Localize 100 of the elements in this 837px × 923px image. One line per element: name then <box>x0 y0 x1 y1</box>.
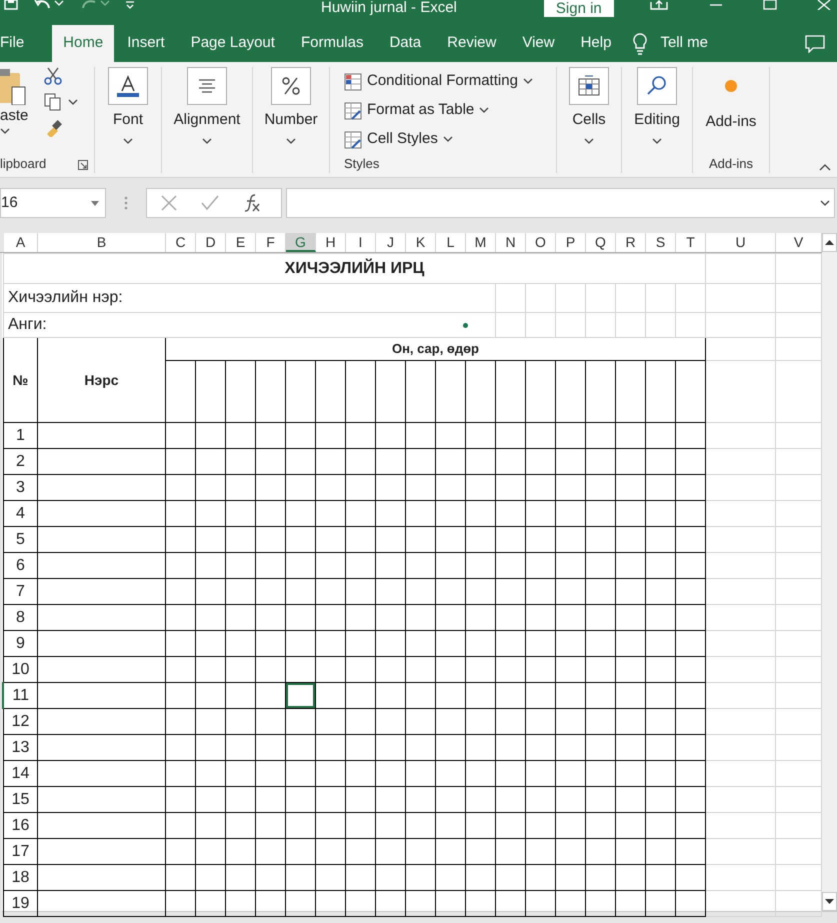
cell-styles-icon <box>344 130 362 148</box>
column-header[interactable]: D <box>196 233 226 252</box>
column-header[interactable]: N <box>496 233 526 252</box>
save-icon[interactable] <box>4 0 18 10</box>
row-number: 3 <box>3 474 38 500</box>
dialog-launcher-icon[interactable] <box>78 160 88 170</box>
undo-icon[interactable] <box>34 0 64 10</box>
column-header[interactable]: I <box>346 233 376 252</box>
scroll-up-icon[interactable] <box>825 240 834 245</box>
column-header[interactable]: M <box>466 233 496 252</box>
maximize-icon[interactable] <box>763 0 777 10</box>
column-header[interactable]: T <box>676 233 706 252</box>
row-number: 2 <box>3 448 38 474</box>
row-number: 15 <box>3 786 38 812</box>
vertical-scrollbar[interactable] <box>822 233 837 911</box>
ribbon-tab[interactable]: Formulas <box>288 25 376 62</box>
row-number: 5 <box>3 526 38 552</box>
window-title: Huwiin jurnal - Excel <box>321 0 457 15</box>
row-number: 9 <box>3 630 38 656</box>
group-label: lipboard <box>0 154 46 173</box>
ribbon-button[interactable]: Number <box>264 67 318 144</box>
column-header[interactable]: R <box>616 233 646 252</box>
ribbon-button[interactable]: Alignment <box>174 67 240 144</box>
tell-me-field[interactable]: Tell me <box>656 25 712 62</box>
table-cells-icon <box>577 75 601 97</box>
row-number: 7 <box>3 578 38 604</box>
copy-icon[interactable] <box>44 93 78 111</box>
caret-icon <box>479 107 490 114</box>
percent-icon <box>280 76 301 96</box>
row-number: 4 <box>3 500 38 526</box>
column-header[interactable]: Q <box>586 233 616 252</box>
ribbon-tab[interactable]: Review <box>434 25 510 62</box>
column-header[interactable]: O <box>526 233 556 252</box>
checkmark-icon[interactable] <box>201 195 219 211</box>
share-icon[interactable] <box>649 0 669 10</box>
add-in-icon <box>724 79 738 93</box>
row-number: 1 <box>3 422 38 448</box>
lesson-name-label: Хичээлийн нэр: <box>3 284 496 312</box>
class-label: Анги: <box>8 315 47 335</box>
column-header[interactable]: K <box>406 233 436 252</box>
ribbon-tab[interactable]: File <box>0 25 32 62</box>
ribbon-button[interactable]: Editing <box>634 67 680 144</box>
column-header[interactable]: A <box>4 233 38 252</box>
expand-caret-icon[interactable] <box>820 200 830 206</box>
column-header[interactable]: C <box>166 233 196 252</box>
column-header[interactable]: B <box>38 233 166 252</box>
column-header[interactable]: J <box>376 233 406 252</box>
row-number: 8 <box>3 604 38 630</box>
ribbon-menu-button[interactable]: Cell Styles <box>344 125 453 154</box>
ribbon-tab[interactable]: Help <box>568 25 624 62</box>
column-header[interactable]: S <box>646 233 676 252</box>
customize-icon[interactable] <box>126 0 134 10</box>
ribbon-tab[interactable]: View <box>509 25 568 62</box>
column-header[interactable]: P <box>556 233 586 252</box>
column-heading: Нэрс <box>37 338 166 422</box>
formula-input[interactable] <box>286 188 835 218</box>
caret-icon <box>652 138 662 144</box>
scroll-down-icon[interactable] <box>825 899 834 904</box>
column-heading: Он, сар, өдөр <box>165 338 706 360</box>
column-heading: № <box>3 338 38 422</box>
sheet-tab-bar[interactable] <box>0 911 837 923</box>
row-number: 11 <box>3 682 38 708</box>
selected-cell[interactable] <box>285 682 316 708</box>
ribbon-tab[interactable]: Data <box>376 25 434 62</box>
column-header[interactable]: U <box>706 233 776 252</box>
table-format-icon <box>344 102 362 120</box>
ribbon-menu-button[interactable]: Conditional Formatting <box>344 67 533 96</box>
caret-icon <box>442 136 453 143</box>
ribbon-tab[interactable]: Insert <box>114 25 178 62</box>
comment-icon[interactable] <box>805 34 825 52</box>
function-icon[interactable] <box>243 194 261 212</box>
column-header[interactable]: E <box>226 233 256 252</box>
ribbon-button[interactable]: Cells <box>569 67 609 144</box>
caret-icon <box>202 138 212 144</box>
sheet-title: ХИЧЭЭЛИЙН ИРЦ <box>3 254 706 284</box>
caret-icon <box>91 200 99 206</box>
name-box[interactable]: 16 <box>0 188 106 218</box>
sign-in-button[interactable]: Sign in <box>544 0 614 17</box>
group-label: Styles <box>344 154 380 173</box>
caret-icon <box>584 138 594 144</box>
caret-icon <box>0 128 10 134</box>
row-number: 12 <box>3 708 38 734</box>
ribbon-tab[interactable]: Page Layout <box>178 25 288 62</box>
close-icon[interactable] <box>817 0 831 10</box>
column-header[interactable]: L <box>436 233 466 252</box>
grip-icon <box>124 196 128 210</box>
caret-icon <box>522 78 533 85</box>
lightbulb-icon[interactable] <box>632 32 648 54</box>
add-ins-button[interactable]: Add-ins <box>706 67 756 134</box>
ribbon-tab[interactable]: Home <box>52 25 114 62</box>
collapse-ribbon-icon[interactable] <box>819 163 831 171</box>
ribbon-button[interactable]: Font <box>108 67 148 144</box>
ribbon-menu-button[interactable]: Format as Table <box>344 96 490 125</box>
column-header[interactable]: H <box>316 233 346 252</box>
paste-button[interactable]: aste <box>0 67 28 137</box>
scissors-icon[interactable] <box>44 67 62 85</box>
group-label: Add-ins <box>708 154 754 172</box>
search-icon <box>646 75 668 97</box>
row-number: 10 <box>3 656 38 682</box>
column-header[interactable]: G <box>286 233 316 252</box>
